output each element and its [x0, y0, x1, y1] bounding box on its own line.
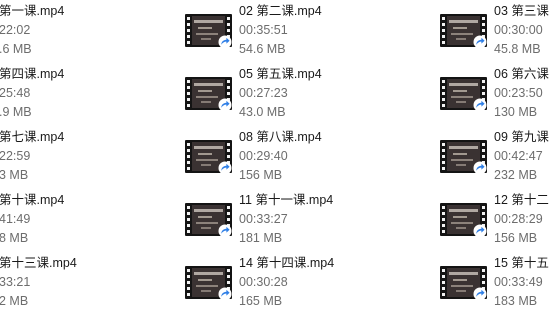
video-file-icon [440, 14, 487, 49]
shortcut-arrow-icon [218, 224, 232, 238]
file-item[interactable]: 08 第八课.mp4 00:29:40 156 MB [185, 126, 425, 182]
shortcut-arrow-icon [473, 35, 487, 49]
file-item[interactable]: 14 第十四课.mp4 00:30:28 165 MB [185, 252, 425, 308]
video-file-icon [185, 266, 232, 301]
file-size: 54.6 MB [239, 42, 286, 56]
file-item[interactable]: 第七课.mp4 22:59 3 MB [0, 126, 185, 182]
video-file-icon [440, 140, 487, 175]
file-duration: 25:48 [0, 86, 31, 100]
file-item[interactable]: 第十课.mp4 41:49 8 MB [0, 189, 185, 245]
shortcut-arrow-icon [218, 35, 232, 49]
shortcut-arrow-icon [218, 287, 232, 301]
video-file-icon [185, 14, 232, 49]
file-details: 08 第八课.mp4 00:29:40 156 MB [239, 128, 322, 185]
video-file-icon [440, 77, 487, 112]
file-duration: 00:30:00 [494, 23, 543, 37]
file-duration: 22:59 [0, 149, 31, 163]
shortcut-arrow-icon [218, 161, 232, 175]
file-duration: 00:33:27 [239, 212, 288, 226]
file-name: 第十课.mp4 [0, 193, 65, 207]
file-details: 06 第六课 00:23:50 130 MB [494, 65, 549, 122]
file-item[interactable]: 05 第五课.mp4 00:27:23 43.0 MB [185, 63, 425, 119]
shortcut-arrow-icon [473, 98, 487, 112]
file-size: 165 MB [239, 294, 283, 308]
file-details: 05 第五课.mp4 00:27:23 43.0 MB [239, 65, 322, 122]
file-size: 156 MB [494, 231, 538, 245]
file-name: 03 第三课 [494, 4, 549, 18]
file-size: 2 MB [0, 294, 29, 308]
file-details: 第十三课.mp4 33:21 2 MB [0, 254, 77, 311]
video-file-icon [440, 266, 487, 301]
video-file-icon [185, 203, 232, 238]
file-details: 12 第十二 00:28:29 156 MB [494, 191, 549, 248]
shortcut-arrow-icon [473, 287, 487, 301]
file-duration: 00:23:50 [494, 86, 543, 100]
video-file-icon [185, 140, 232, 175]
file-size: 45.8 MB [494, 42, 541, 56]
file-name: 15 第十五 [494, 256, 549, 270]
file-size: .6 MB [0, 42, 32, 56]
file-item[interactable]: 第十三课.mp4 33:21 2 MB [0, 252, 185, 308]
file-item[interactable]: 12 第十二 00:28:29 156 MB [440, 189, 550, 245]
file-duration: 00:33:49 [494, 275, 543, 289]
file-details: 15 第十五 00:33:49 183 MB [494, 254, 549, 311]
file-details: 第七课.mp4 22:59 3 MB [0, 128, 64, 185]
file-duration: 00:30:28 [239, 275, 288, 289]
file-duration: 00:28:29 [494, 212, 543, 226]
file-details: 第四课.mp4 25:48 .9 MB [0, 65, 64, 122]
file-details: 第一课.mp4 22:02 .6 MB [0, 2, 64, 59]
file-name: 06 第六课 [494, 67, 549, 81]
file-name: 第四课.mp4 [0, 67, 65, 81]
file-name: 12 第十二 [494, 193, 549, 207]
file-name: 第十三课.mp4 [0, 256, 77, 270]
file-name: 11 第十一课.mp4 [239, 193, 334, 207]
file-name: 09 第九课 [494, 130, 549, 144]
file-duration: 00:27:23 [239, 86, 288, 100]
file-name: 第一课.mp4 [0, 4, 65, 18]
file-item[interactable]: 第四课.mp4 25:48 .9 MB [0, 63, 185, 119]
file-item[interactable]: 06 第六课 00:23:50 130 MB [440, 63, 550, 119]
file-duration: 22:02 [0, 23, 31, 37]
file-details: 03 第三课 00:30:00 45.8 MB [494, 2, 549, 59]
file-duration: 00:29:40 [239, 149, 288, 163]
file-duration: 00:42:47 [494, 149, 543, 163]
file-size: 156 MB [239, 168, 283, 182]
shortcut-arrow-icon [473, 224, 487, 238]
file-size: 130 MB [494, 105, 538, 119]
file-size: .9 MB [0, 105, 32, 119]
file-details: 02 第二课.mp4 00:35:51 54.6 MB [239, 2, 322, 59]
file-name: 14 第十四课.mp4 [239, 256, 335, 270]
shortcut-arrow-icon [218, 98, 232, 112]
file-size: 183 MB [494, 294, 538, 308]
file-size: 3 MB [0, 168, 29, 182]
file-name: 05 第五课.mp4 [239, 67, 322, 81]
file-details: 11 第十一课.mp4 00:33:27 181 MB [239, 191, 333, 248]
file-duration: 41:49 [0, 212, 31, 226]
file-size: 8 MB [0, 231, 29, 245]
file-duration: 33:21 [0, 275, 31, 289]
file-name: 02 第二课.mp4 [239, 4, 322, 18]
file-details: 14 第十四课.mp4 00:30:28 165 MB [239, 254, 334, 311]
file-size: 232 MB [494, 168, 538, 182]
file-item[interactable]: 第一课.mp4 22:02 .6 MB [0, 0, 185, 56]
file-size: 181 MB [239, 231, 283, 245]
file-duration: 00:35:51 [239, 23, 288, 37]
shortcut-arrow-icon [473, 161, 487, 175]
file-item[interactable]: 03 第三课 00:30:00 45.8 MB [440, 0, 550, 56]
file-details: 09 第九课 00:42:47 232 MB [494, 128, 549, 185]
file-item[interactable]: 09 第九课 00:42:47 232 MB [440, 126, 550, 182]
file-item[interactable]: 15 第十五 00:33:49 183 MB [440, 252, 550, 308]
video-file-icon [440, 203, 487, 238]
file-size: 43.0 MB [239, 105, 286, 119]
file-name: 第七课.mp4 [0, 130, 65, 144]
file-name: 08 第八课.mp4 [239, 130, 322, 144]
file-item[interactable]: 11 第十一课.mp4 00:33:27 181 MB [185, 189, 425, 245]
video-file-icon [185, 77, 232, 112]
file-details: 第十课.mp4 41:49 8 MB [0, 191, 64, 248]
file-item[interactable]: 02 第二课.mp4 00:35:51 54.6 MB [185, 0, 425, 56]
